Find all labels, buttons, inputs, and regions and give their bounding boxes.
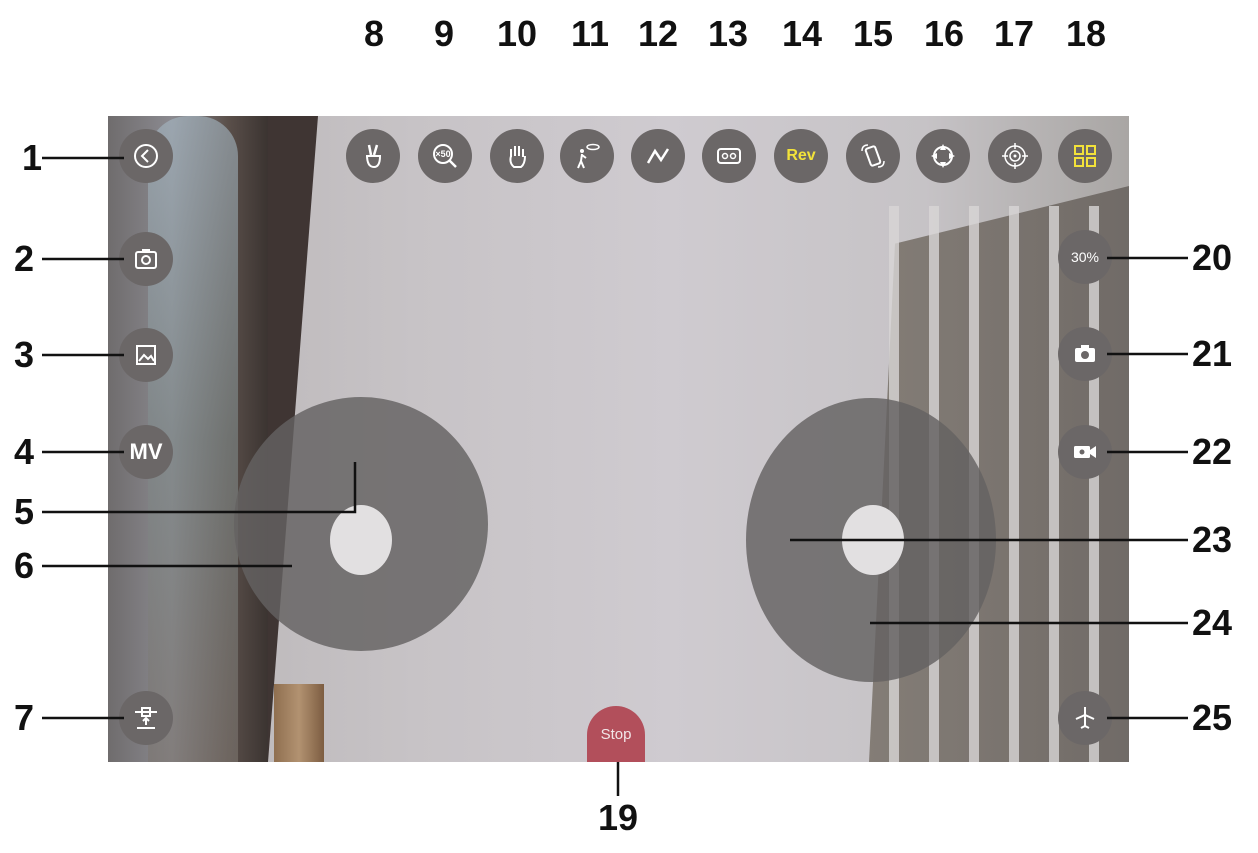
callout-21: 21: [1192, 333, 1233, 374]
callout-2: 2: [14, 238, 35, 279]
callout-3: 3: [14, 334, 35, 375]
callout-17: 17: [994, 13, 1035, 54]
callout-10: 10: [497, 13, 538, 54]
callout-11: 11: [571, 13, 610, 54]
callout-14: 14: [782, 13, 823, 54]
callout-13: 13: [708, 13, 749, 54]
callout-7: 7: [14, 697, 35, 738]
callout-19: 19: [598, 797, 639, 838]
callout-9: 9: [434, 13, 455, 54]
callout-1: 1: [22, 137, 43, 178]
callout-24: 24: [1192, 602, 1233, 643]
callout-12: 12: [638, 13, 679, 54]
callout-16: 16: [924, 13, 965, 54]
callout-20: 20: [1192, 237, 1233, 278]
callout-15: 15: [853, 13, 894, 54]
callout-25: 25: [1192, 697, 1233, 738]
callout-23: 23: [1192, 519, 1233, 560]
callout-8: 8: [364, 13, 385, 54]
callout-lines: [42, 156, 1188, 796]
callout-6: 6: [14, 545, 35, 586]
callout-22: 22: [1192, 431, 1233, 472]
callout-4: 4: [14, 431, 35, 472]
callout-5: 5: [14, 491, 35, 532]
callout-18: 18: [1066, 13, 1107, 54]
